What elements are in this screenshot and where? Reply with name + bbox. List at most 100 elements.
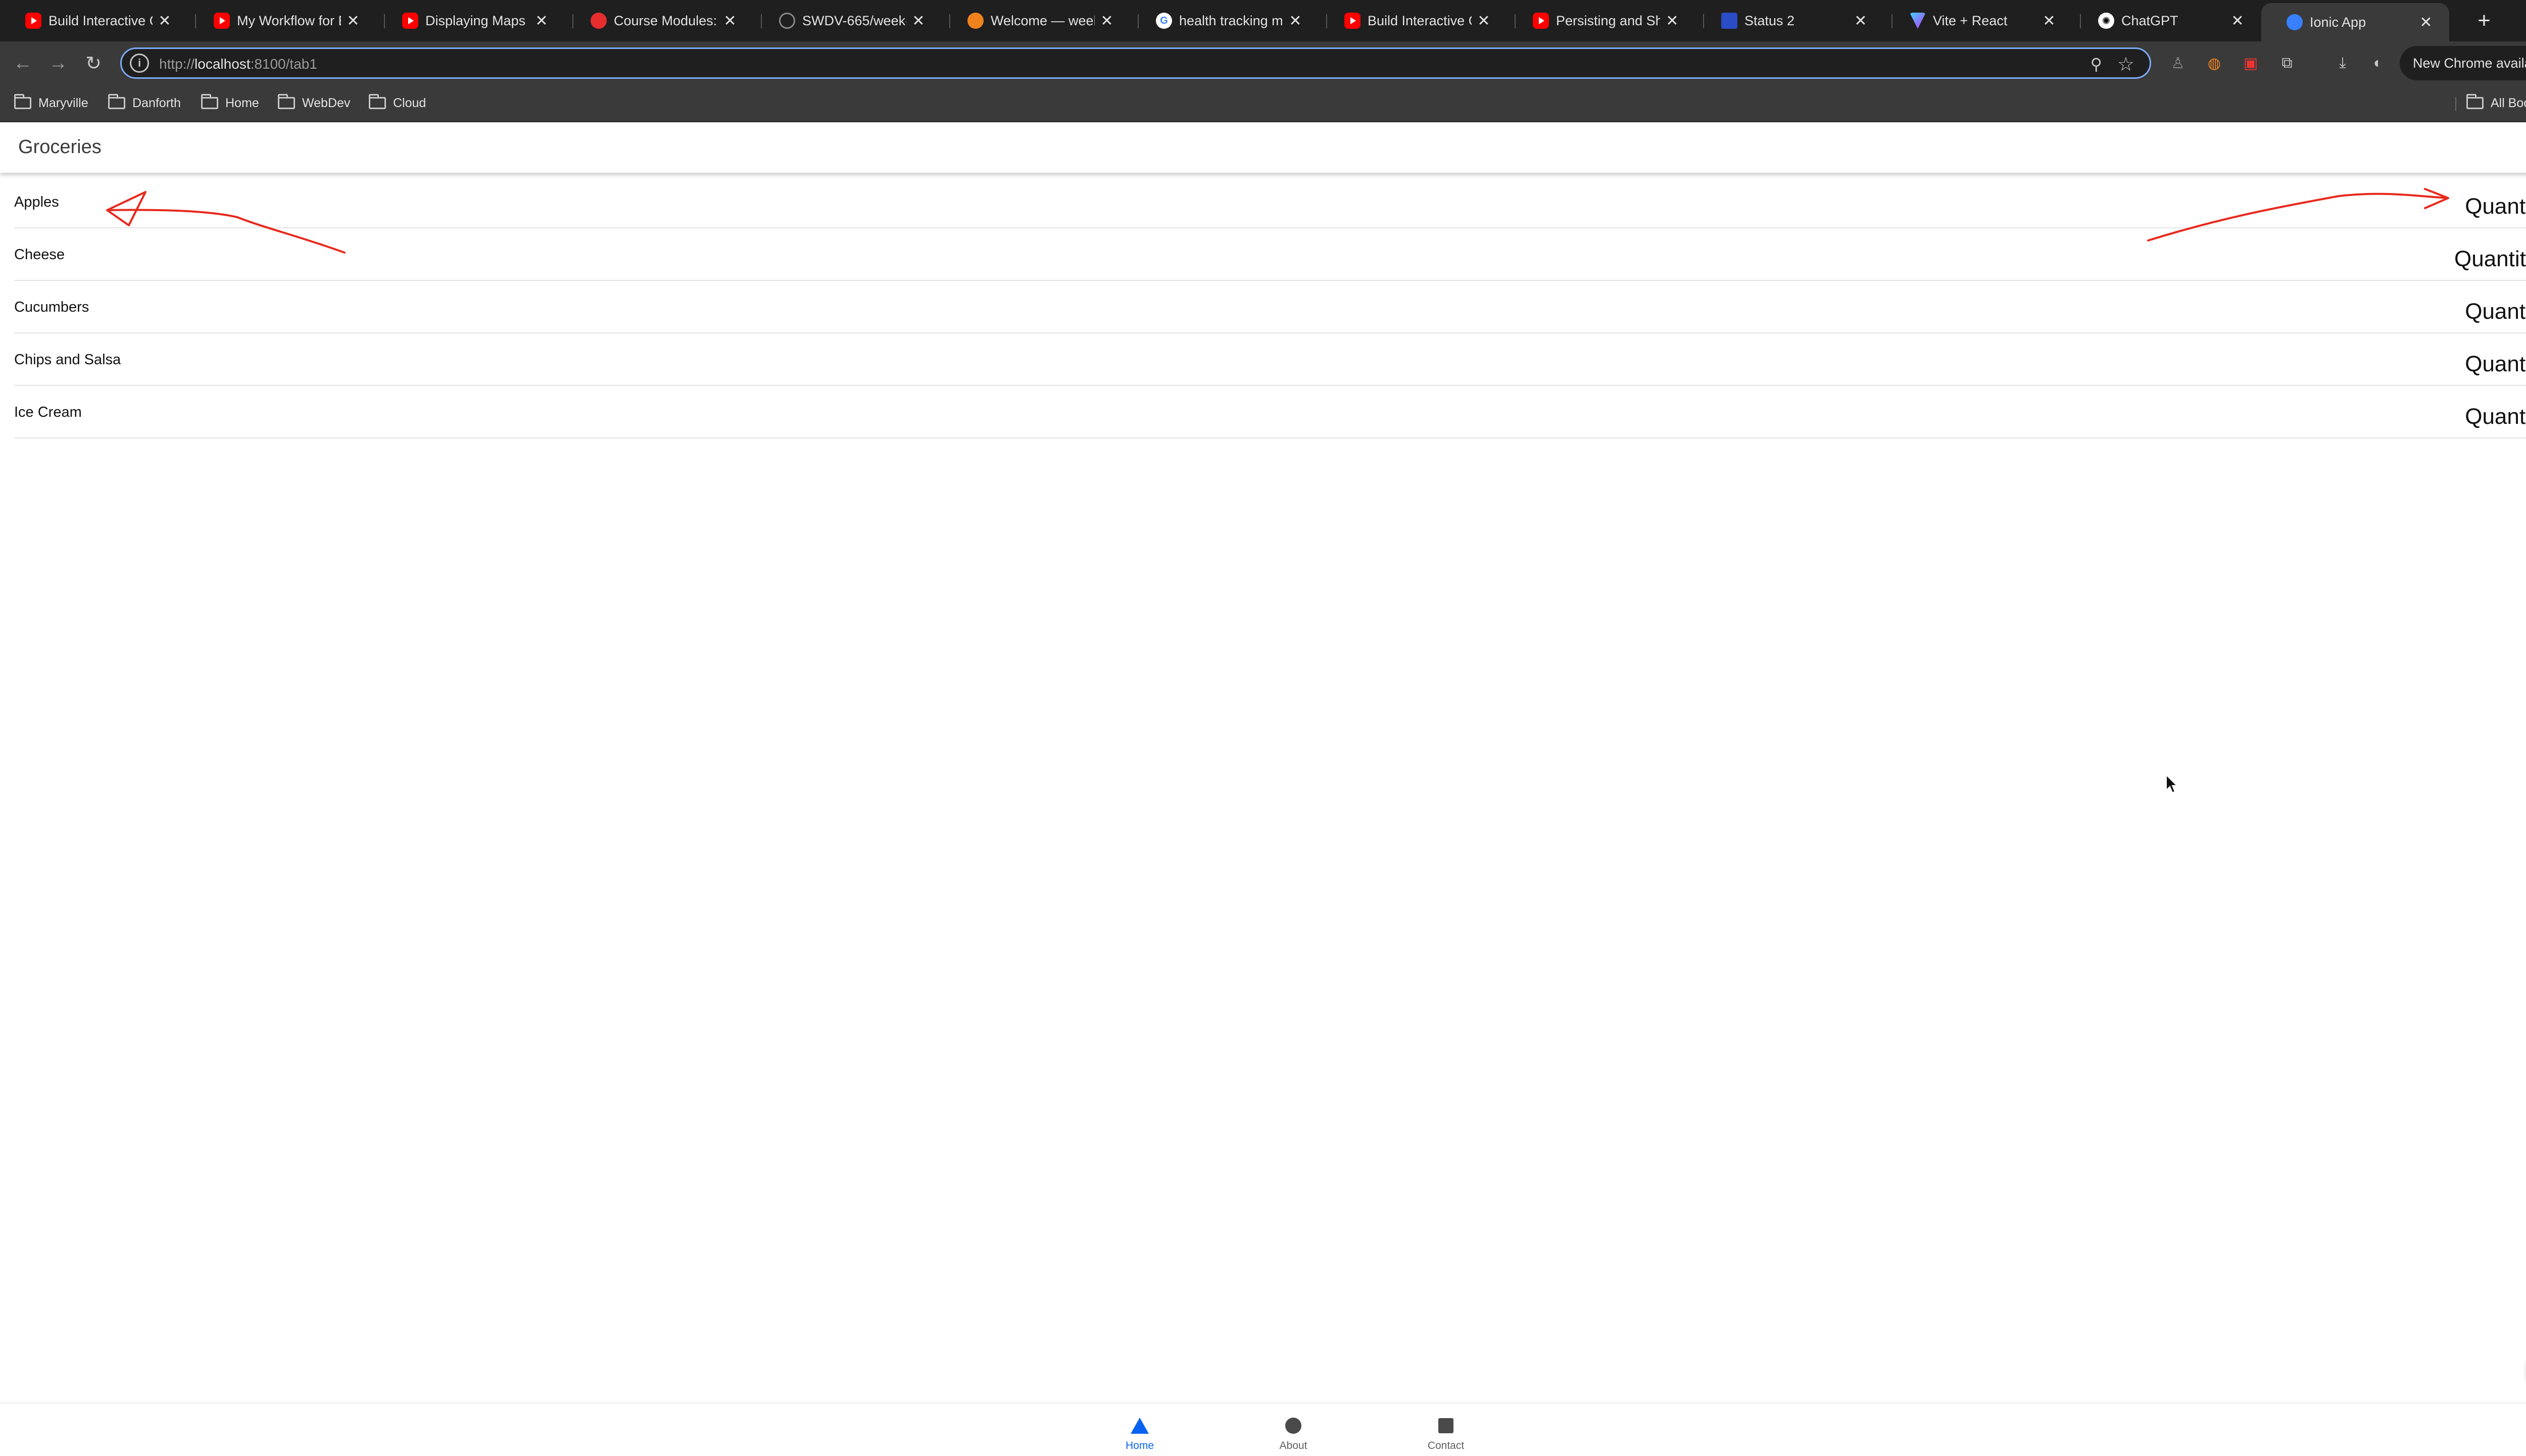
youtube-icon: [214, 13, 230, 29]
bookmark-label: WebDev: [302, 95, 351, 110]
close-icon[interactable]: ✕: [908, 11, 929, 31]
bookmark-folder[interactable]: Cloud: [369, 94, 426, 112]
close-icon[interactable]: ✕: [2039, 11, 2059, 31]
tab-title: SWDV-665/week-4: [802, 13, 906, 28]
bookmark-star-icon[interactable]: ☆: [2117, 53, 2134, 76]
browser-tab-active[interactable]: Ionic App ✕: [2261, 3, 2449, 41]
browser-tab[interactable]: Build Interactive Ge ✕: [1319, 6, 1507, 35]
browser-tab[interactable]: Status 2 ✕: [1696, 6, 1884, 35]
youtube-icon: [1344, 13, 1361, 29]
bookmark-folder[interactable]: Home: [201, 94, 259, 112]
bookmark-label: Home: [225, 95, 259, 110]
tab-home[interactable]: Home: [1104, 1412, 1175, 1456]
close-icon[interactable]: ✕: [1662, 11, 1682, 31]
bookmark-label: Cloud: [393, 95, 426, 110]
folder-icon: [108, 94, 125, 109]
tab-title: Displaying Maps Wi: [425, 13, 529, 28]
url-text: http://localhost:8100/tab1: [159, 56, 317, 72]
firebase-icon: [967, 13, 984, 29]
tab-label: About: [1279, 1440, 1307, 1451]
info-icon[interactable]: i: [130, 54, 149, 73]
bookmark-folder[interactable]: Maryville: [14, 94, 88, 112]
new-tab-icon[interactable]: +: [2472, 8, 2496, 33]
item-quantity: Quantity: 4: [2465, 194, 2526, 219]
list-item[interactable]: Ice Cream Quantity: 1: [14, 386, 2526, 439]
triangle-icon: [1131, 1418, 1149, 1434]
bottom-tab-bar: Home About Contact: [0, 1402, 2526, 1456]
close-icon[interactable]: ✕: [720, 11, 740, 31]
youtube-icon: [1533, 13, 1549, 29]
new-chrome-available-button[interactable]: New Chrome available ⋮: [2400, 46, 2526, 80]
browser-tab[interactable]: My Workflow for Bu ✕: [188, 6, 376, 35]
youtube-icon: [25, 13, 41, 29]
list-item[interactable]: Cheese Quantity: 11: [14, 228, 2526, 281]
bookmark-folder[interactable]: WebDev: [278, 94, 350, 112]
folder-icon: [14, 94, 31, 109]
grocery-list: Apples Quantity: 4 Cheese Quantity: 11 C…: [14, 176, 2526, 439]
browser-tab[interactable]: Course Modules: SV ✕: [565, 6, 753, 35]
close-icon[interactable]: ✕: [1474, 11, 1494, 31]
extension-icon[interactable]: ♙: [2167, 53, 2189, 74]
puzzle-icon[interactable]: ⧉: [2276, 53, 2298, 74]
bookmark-label: Danforth: [132, 95, 181, 110]
extension-icon[interactable]: ◍: [2204, 53, 2225, 74]
profile-icon[interactable]: ◐: [2367, 53, 2389, 74]
item-name: Cheese: [14, 247, 65, 263]
github-icon: [779, 13, 795, 29]
browser-tab[interactable]: SWDV-665/week-4 ✕: [754, 6, 942, 35]
close-icon[interactable]: ✕: [1285, 11, 1305, 31]
vite-icon: [1910, 13, 1926, 29]
item-name: Apples: [14, 194, 59, 210]
app-header: Groceries: [0, 122, 2526, 173]
bookmark-folder[interactable]: Danforth: [108, 94, 181, 112]
square-icon: [1438, 1418, 1453, 1433]
list-item[interactable]: Cucumbers Quantity: 5: [14, 281, 2526, 333]
browser-tab[interactable]: Persisting and Shar ✕: [1508, 6, 1695, 35]
chatgpt-icon: ✺: [2098, 13, 2114, 29]
zoom-icon[interactable]: ⚲: [2091, 55, 2102, 74]
browser-tab[interactable]: Displaying Maps Wi ✕: [377, 6, 565, 35]
back-arrow-icon[interactable]: ←: [10, 51, 35, 76]
canvas-icon: [591, 13, 607, 29]
address-bar[interactable]: i http://localhost:8100/tab1 ⚲ ☆: [120, 47, 2151, 79]
page-title: Groceries: [18, 136, 102, 158]
tab-title: Welcome — week-4: [991, 13, 1095, 28]
google-icon: G: [1156, 13, 1172, 29]
list-item[interactable]: Apples Quantity: 4: [14, 176, 2526, 228]
browser-tab[interactable]: Welcome — week-4 ✕: [942, 6, 1130, 35]
folder-icon: [201, 94, 218, 109]
tab-title: Ionic App: [2310, 14, 2366, 30]
close-icon[interactable]: ✕: [155, 11, 175, 31]
browser-tab-strip: Build Interactive Ge ✕ My Workflow for B…: [0, 0, 2526, 41]
extension-icon[interactable]: ▣: [2240, 53, 2261, 74]
tab-label: Home: [1125, 1440, 1154, 1451]
tab-label: Contact: [1427, 1440, 1465, 1451]
close-icon[interactable]: ✕: [1097, 11, 1117, 31]
close-icon[interactable]: ✕: [343, 11, 363, 31]
item-name: Cucumbers: [14, 299, 89, 315]
all-bookmarks-button[interactable]: All Bookmarks: [2466, 94, 2526, 112]
tab-contact[interactable]: Contact: [1411, 1412, 1481, 1456]
close-icon[interactable]: ✕: [2227, 11, 2248, 31]
browser-tab[interactable]: Build Interactive Ge ✕: [0, 6, 188, 35]
browser-tab[interactable]: G health tracking met ✕: [1131, 6, 1319, 35]
close-icon[interactable]: ✕: [2416, 12, 2436, 32]
tab-title: Build Interactive Ge: [48, 13, 153, 28]
download-icon[interactable]: ⤓: [2332, 53, 2353, 74]
list-item[interactable]: Chips and Salsa Quantity: 1: [14, 333, 2526, 386]
forward-arrow-icon[interactable]: →: [45, 51, 71, 76]
browser-tab[interactable]: Vite + React ✕: [1884, 6, 2072, 35]
folder-icon: [369, 94, 386, 109]
reload-icon[interactable]: ↻: [81, 51, 106, 76]
tab-title: Persisting and Shar: [1556, 13, 1660, 28]
close-icon[interactable]: ✕: [531, 11, 552, 31]
new-chrome-label: New Chrome available: [2413, 55, 2526, 71]
tab-title: Build Interactive Ge: [1368, 13, 1472, 28]
browser-tab[interactable]: ✺ ChatGPT ✕: [2073, 6, 2261, 35]
item-name: Chips and Salsa: [14, 352, 121, 368]
youtube-icon: [402, 13, 418, 29]
close-icon[interactable]: ✕: [1851, 11, 1871, 31]
tab-about[interactable]: About: [1258, 1412, 1329, 1456]
mouse-cursor-icon: [2166, 774, 2178, 794]
bookmarks-bar: Maryville Danforth Home WebDev Cloud All…: [0, 85, 2526, 122]
